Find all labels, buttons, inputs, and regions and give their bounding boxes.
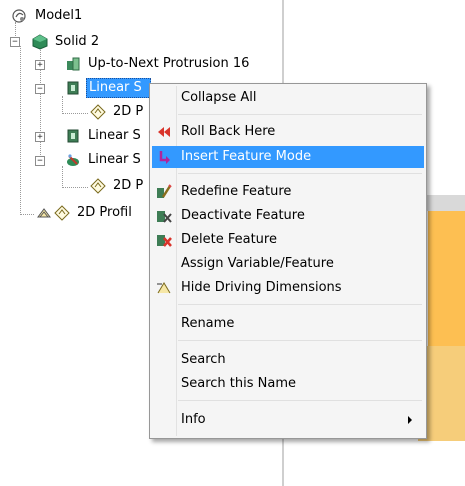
tree-node-label: Up-to-Next Protrusion 16 xyxy=(88,56,250,71)
menu-item-label: Search this Name xyxy=(181,376,297,391)
insert-arrow-icon xyxy=(159,151,170,164)
profile-icon xyxy=(54,205,70,221)
menu-item-label: Insert Feature Mode xyxy=(181,149,312,164)
tree-connector xyxy=(20,46,21,215)
protrusion-icon xyxy=(67,57,80,71)
tree-node-label: 2D P xyxy=(113,178,144,193)
menu-item-info[interactable]: Info xyxy=(152,409,424,431)
tree-connector xyxy=(20,214,34,215)
tree-node-label: 2D Profil xyxy=(77,205,132,220)
menu-item-collapse-all[interactable]: Collapse All xyxy=(152,87,424,109)
tree-node-label: Linear S xyxy=(86,78,151,98)
profile-icon xyxy=(90,104,106,120)
tree-node-linear[interactable]: Linear S xyxy=(48,126,143,146)
tree-connector xyxy=(62,96,63,114)
tree-node-label: 2D P xyxy=(113,104,144,119)
menu-item-insert-feature-mode[interactable]: Insert Feature Mode xyxy=(152,146,424,168)
roll-back-icon xyxy=(158,127,170,137)
menu-item-deactivate-feature[interactable]: Deactivate Feature xyxy=(152,205,424,227)
cut-feature-icon xyxy=(67,154,79,166)
context-menu: Collapse All Roll Back Here Insert Featu… xyxy=(149,83,427,439)
menu-separator xyxy=(178,304,422,305)
tree-connector xyxy=(62,113,88,114)
menu-separator xyxy=(178,173,422,174)
tree-connector xyxy=(62,187,88,188)
menu-separator xyxy=(178,400,422,401)
tree-node-protrusion[interactable]: Up-to-Next Protrusion 16 xyxy=(48,54,251,74)
collapse-toggle[interactable]: − xyxy=(35,156,45,166)
expand-toggle[interactable]: + xyxy=(35,60,45,70)
menu-item-redefine-feature[interactable]: Redefine Feature xyxy=(152,181,424,203)
redefine-icon xyxy=(157,184,172,198)
menu-separator xyxy=(178,114,422,115)
menu-item-label: Rename xyxy=(181,316,235,331)
menu-item-label: Info xyxy=(181,412,206,427)
menu-item-search[interactable]: Search xyxy=(152,349,424,371)
menu-item-hide-driving-dimensions[interactable]: Hide Driving Dimensions xyxy=(152,277,424,299)
model-shape-top xyxy=(426,195,465,211)
menu-item-rename[interactable]: Rename xyxy=(152,313,424,335)
tree-node-profile[interactable]: 2D P xyxy=(90,176,145,196)
tree-node-label: Linear S xyxy=(88,128,141,143)
tree-node-linear-cut[interactable]: Linear S xyxy=(48,150,143,170)
menu-item-label: Deactivate Feature xyxy=(181,208,305,223)
menu-item-label: Assign Variable/Feature xyxy=(181,256,334,271)
linear-feature-icon xyxy=(67,129,79,143)
menu-item-delete-feature[interactable]: Delete Feature xyxy=(152,229,424,251)
tree-node-label: Model1 xyxy=(35,8,83,23)
menu-item-label: Search xyxy=(181,352,226,367)
menu-item-label: Roll Back Here xyxy=(181,124,276,139)
menu-item-label: Collapse All xyxy=(181,90,257,105)
collapse-toggle[interactable]: − xyxy=(10,37,20,47)
expand-toggle[interactable]: + xyxy=(35,132,45,142)
sketch-plane-icon xyxy=(37,208,51,218)
menu-item-label: Delete Feature xyxy=(181,232,277,247)
tree-node-label: Linear S xyxy=(88,152,141,167)
model-shape-face xyxy=(428,211,465,346)
solid-icon xyxy=(32,34,48,50)
model-icon xyxy=(12,9,26,23)
linear-feature-icon xyxy=(67,81,79,95)
profile-icon xyxy=(90,178,106,194)
submenu-arrow-icon xyxy=(408,416,412,424)
tree-node-solid[interactable]: Solid 2 xyxy=(32,32,101,52)
tree-node-linear-selected[interactable]: Linear S xyxy=(48,78,151,98)
deactivate-icon xyxy=(157,211,172,223)
tree-node-profile-root[interactable]: 2D Profil xyxy=(36,203,134,223)
menu-separator xyxy=(178,340,422,341)
menu-item-roll-back[interactable]: Roll Back Here xyxy=(152,121,424,143)
delete-icon xyxy=(157,235,172,247)
dimension-icon xyxy=(157,282,171,294)
menu-item-search-this-name[interactable]: Search this Name xyxy=(152,373,424,395)
tree-node-model[interactable]: Model1 xyxy=(12,6,84,26)
menu-item-label: Hide Driving Dimensions xyxy=(181,280,342,295)
menu-item-assign-variable[interactable]: Assign Variable/Feature xyxy=(152,253,424,275)
collapse-toggle[interactable]: − xyxy=(35,84,45,94)
tree-node-label: Solid 2 xyxy=(55,34,100,49)
tree-node-profile[interactable]: 2D P xyxy=(90,102,145,122)
menu-item-label: Redefine Feature xyxy=(181,184,292,199)
